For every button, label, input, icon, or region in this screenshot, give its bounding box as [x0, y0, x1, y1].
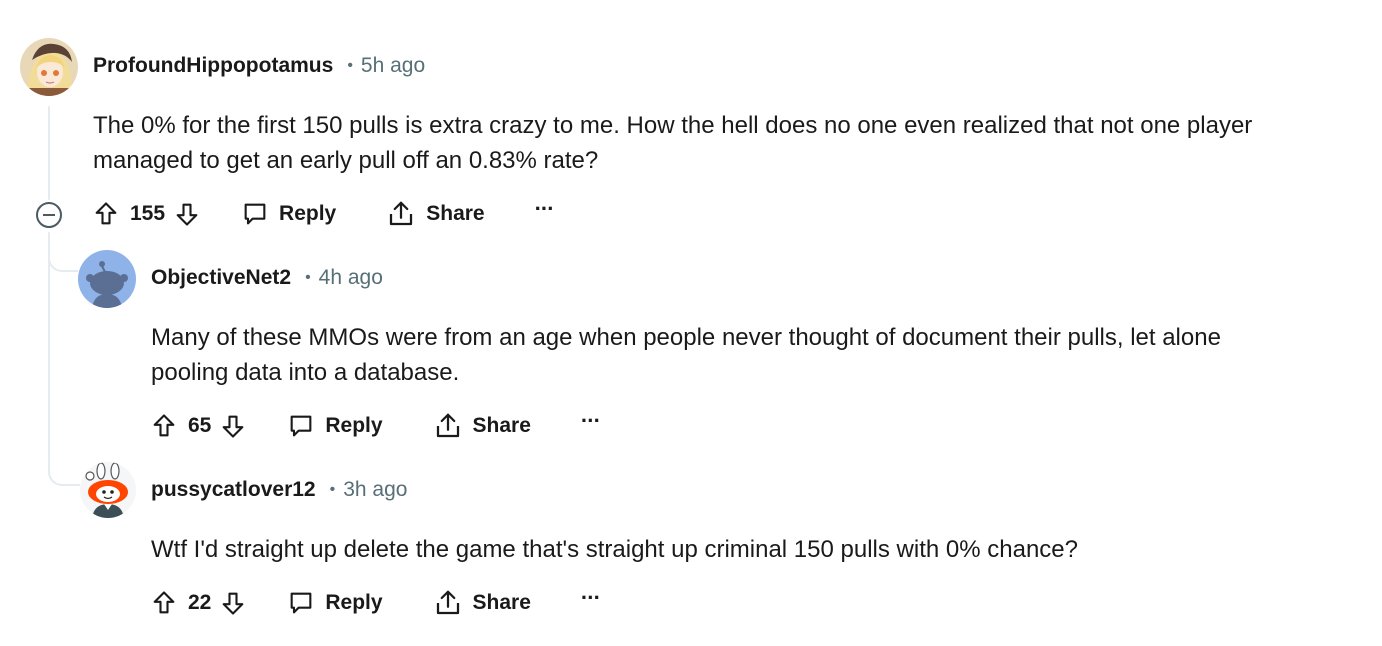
share-label: Share [472, 591, 531, 614]
more-options-button[interactable]: ··· [581, 587, 601, 613]
reply-button[interactable]: Reply [241, 200, 336, 228]
comment-meta: pussycatlover12 • 3h ago [151, 478, 407, 502]
comment-bubble-icon [241, 200, 269, 228]
share-button[interactable]: Share [386, 199, 485, 229]
thread-line[interactable] [48, 106, 50, 200]
share-icon [386, 199, 416, 229]
more-options-button[interactable]: ··· [535, 198, 555, 224]
share-label: Share [426, 202, 485, 225]
downvote-icon[interactable] [219, 412, 247, 440]
meta-separator: • [305, 269, 311, 286]
upvote-icon[interactable] [150, 589, 178, 617]
share-button[interactable]: Share [433, 411, 531, 441]
timestamp[interactable]: 4h ago [319, 266, 383, 290]
upvote-icon[interactable] [92, 200, 120, 228]
meta-separator: • [347, 57, 353, 74]
minus-icon [43, 214, 55, 216]
avatar[interactable] [20, 38, 78, 96]
share-label: Share [472, 414, 531, 437]
thread-line[interactable] [48, 232, 50, 462]
downvote-icon[interactable] [219, 589, 247, 617]
thread-branch [48, 462, 80, 486]
collapse-thread-button[interactable] [36, 202, 62, 228]
comment-meta: ProfoundHippopotamus • 5h ago [93, 54, 425, 78]
comment-meta: ObjectiveNet2 • 4h ago [151, 266, 383, 290]
snoo-bunny-ears-avatar-icon [80, 462, 136, 518]
reply-label: Reply [325, 414, 383, 437]
comment-bubble-icon [287, 589, 315, 617]
comment-body: Many of these MMOs were from an age when… [151, 324, 1221, 386]
default-snoo-avatar-icon [78, 250, 136, 308]
comment-action-bar: 155 Reply Share ··· [92, 194, 555, 234]
comment-body: Wtf I'd straight up delete the game that… [151, 536, 1078, 563]
comment-body: The 0% for the first 150 pulls is extra … [93, 112, 1253, 174]
comment-thread: ProfoundHippopotamus • 5h ago The 0% for… [0, 0, 1382, 646]
avatar[interactable] [78, 250, 136, 308]
share-icon [433, 588, 463, 618]
downvote-icon[interactable] [173, 200, 201, 228]
vote-score: 22 [188, 591, 212, 614]
reply-label: Reply [279, 202, 337, 225]
vote-score: 155 [130, 202, 166, 225]
timestamp[interactable]: 3h ago [343, 478, 407, 502]
meta-separator: • [329, 481, 336, 498]
reply-button[interactable]: Reply [287, 589, 383, 617]
reply-label: Reply [325, 591, 383, 614]
thread-branch [48, 252, 78, 272]
username[interactable]: ProfoundHippopotamus [93, 54, 333, 78]
comment-action-bar: 65 Reply Share ··· [150, 406, 601, 446]
share-button[interactable]: Share [433, 588, 531, 618]
upvote-icon[interactable] [150, 412, 178, 440]
username[interactable]: pussycatlover12 [151, 478, 316, 502]
comment-bubble-icon [287, 412, 315, 440]
timestamp[interactable]: 5h ago [361, 54, 425, 78]
share-icon [433, 411, 463, 441]
more-options-button[interactable]: ··· [581, 410, 601, 436]
avatar[interactable] [80, 462, 136, 518]
vote-score: 65 [188, 414, 212, 437]
comment-action-bar: 22 Reply Share ··· [150, 583, 601, 623]
username[interactable]: ObjectiveNet2 [151, 266, 291, 290]
anime-character-avatar-icon [20, 38, 78, 96]
reply-button[interactable]: Reply [287, 412, 383, 440]
